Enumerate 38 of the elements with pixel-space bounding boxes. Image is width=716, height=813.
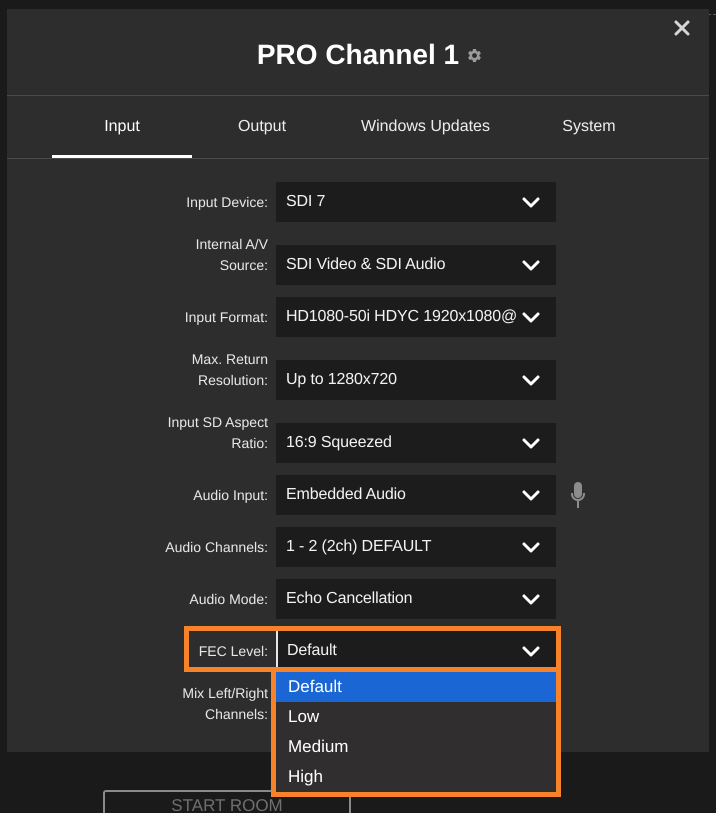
field-label: Mix Left/Right Channels: — [181, 684, 268, 724]
dropdown-select[interactable]: SDI 7 — [276, 182, 556, 222]
chevron-down-icon — [522, 260, 540, 270]
field-label: Audio Channels: — [164, 538, 268, 557]
dropdown-select[interactable]: Embedded Audio — [276, 475, 556, 515]
chevron-down-icon — [522, 196, 540, 208]
dropdown-select[interactable]: 16:9 Squeezed — [276, 423, 556, 463]
field-label: Audio Mode: — [188, 590, 268, 609]
tab[interactable]: System — [518, 96, 659, 158]
menu-option[interactable]: Medium — [276, 732, 556, 762]
chevron-down-icon — [522, 490, 540, 500]
gear-icon[interactable] — [468, 48, 482, 62]
dropdown-select[interactable]: SDI Video & SDI Audio — [276, 245, 556, 285]
chevron-down-icon — [522, 312, 540, 322]
menu-option[interactable]: Default — [276, 672, 556, 702]
chevron-down-icon — [522, 438, 540, 448]
dropdown-select[interactable]: 1 - 2 (2ch) DEFAULT — [276, 527, 556, 567]
dropdown-select[interactable]: HD1080-50i HDYC 1920x1080@ — [276, 297, 556, 337]
field-label: Input Device: — [185, 193, 268, 212]
field-label: Input SD Aspect Ratio: — [166, 413, 268, 453]
menu-option[interactable]: Low — [276, 702, 556, 732]
dialog-title: PRO Channel 1 — [256, 38, 460, 72]
field-label: Input Format: — [184, 308, 268, 327]
microphone-icon[interactable] — [571, 482, 585, 508]
chevron-down-icon — [522, 542, 540, 552]
field-label: Audio Input: — [192, 486, 268, 505]
chevron-down-icon — [522, 374, 540, 386]
dropdown-select[interactable]: Up to 1280x720 — [276, 360, 556, 400]
field-label: Internal A/V Source: — [194, 235, 268, 275]
field-label: Max. Return Resolution: — [190, 350, 268, 390]
tab[interactable]: Output — [192, 96, 332, 158]
chevron-down-icon — [522, 646, 540, 656]
menu-option[interactable]: High — [276, 762, 556, 792]
chevron-down-icon — [522, 594, 540, 604]
field-label: FEC Level: — [198, 642, 268, 661]
tab[interactable]: Windows Updates — [332, 96, 519, 158]
dropdown-select[interactable]: Echo Cancellation — [276, 579, 556, 619]
close-icon[interactable] — [674, 20, 690, 36]
